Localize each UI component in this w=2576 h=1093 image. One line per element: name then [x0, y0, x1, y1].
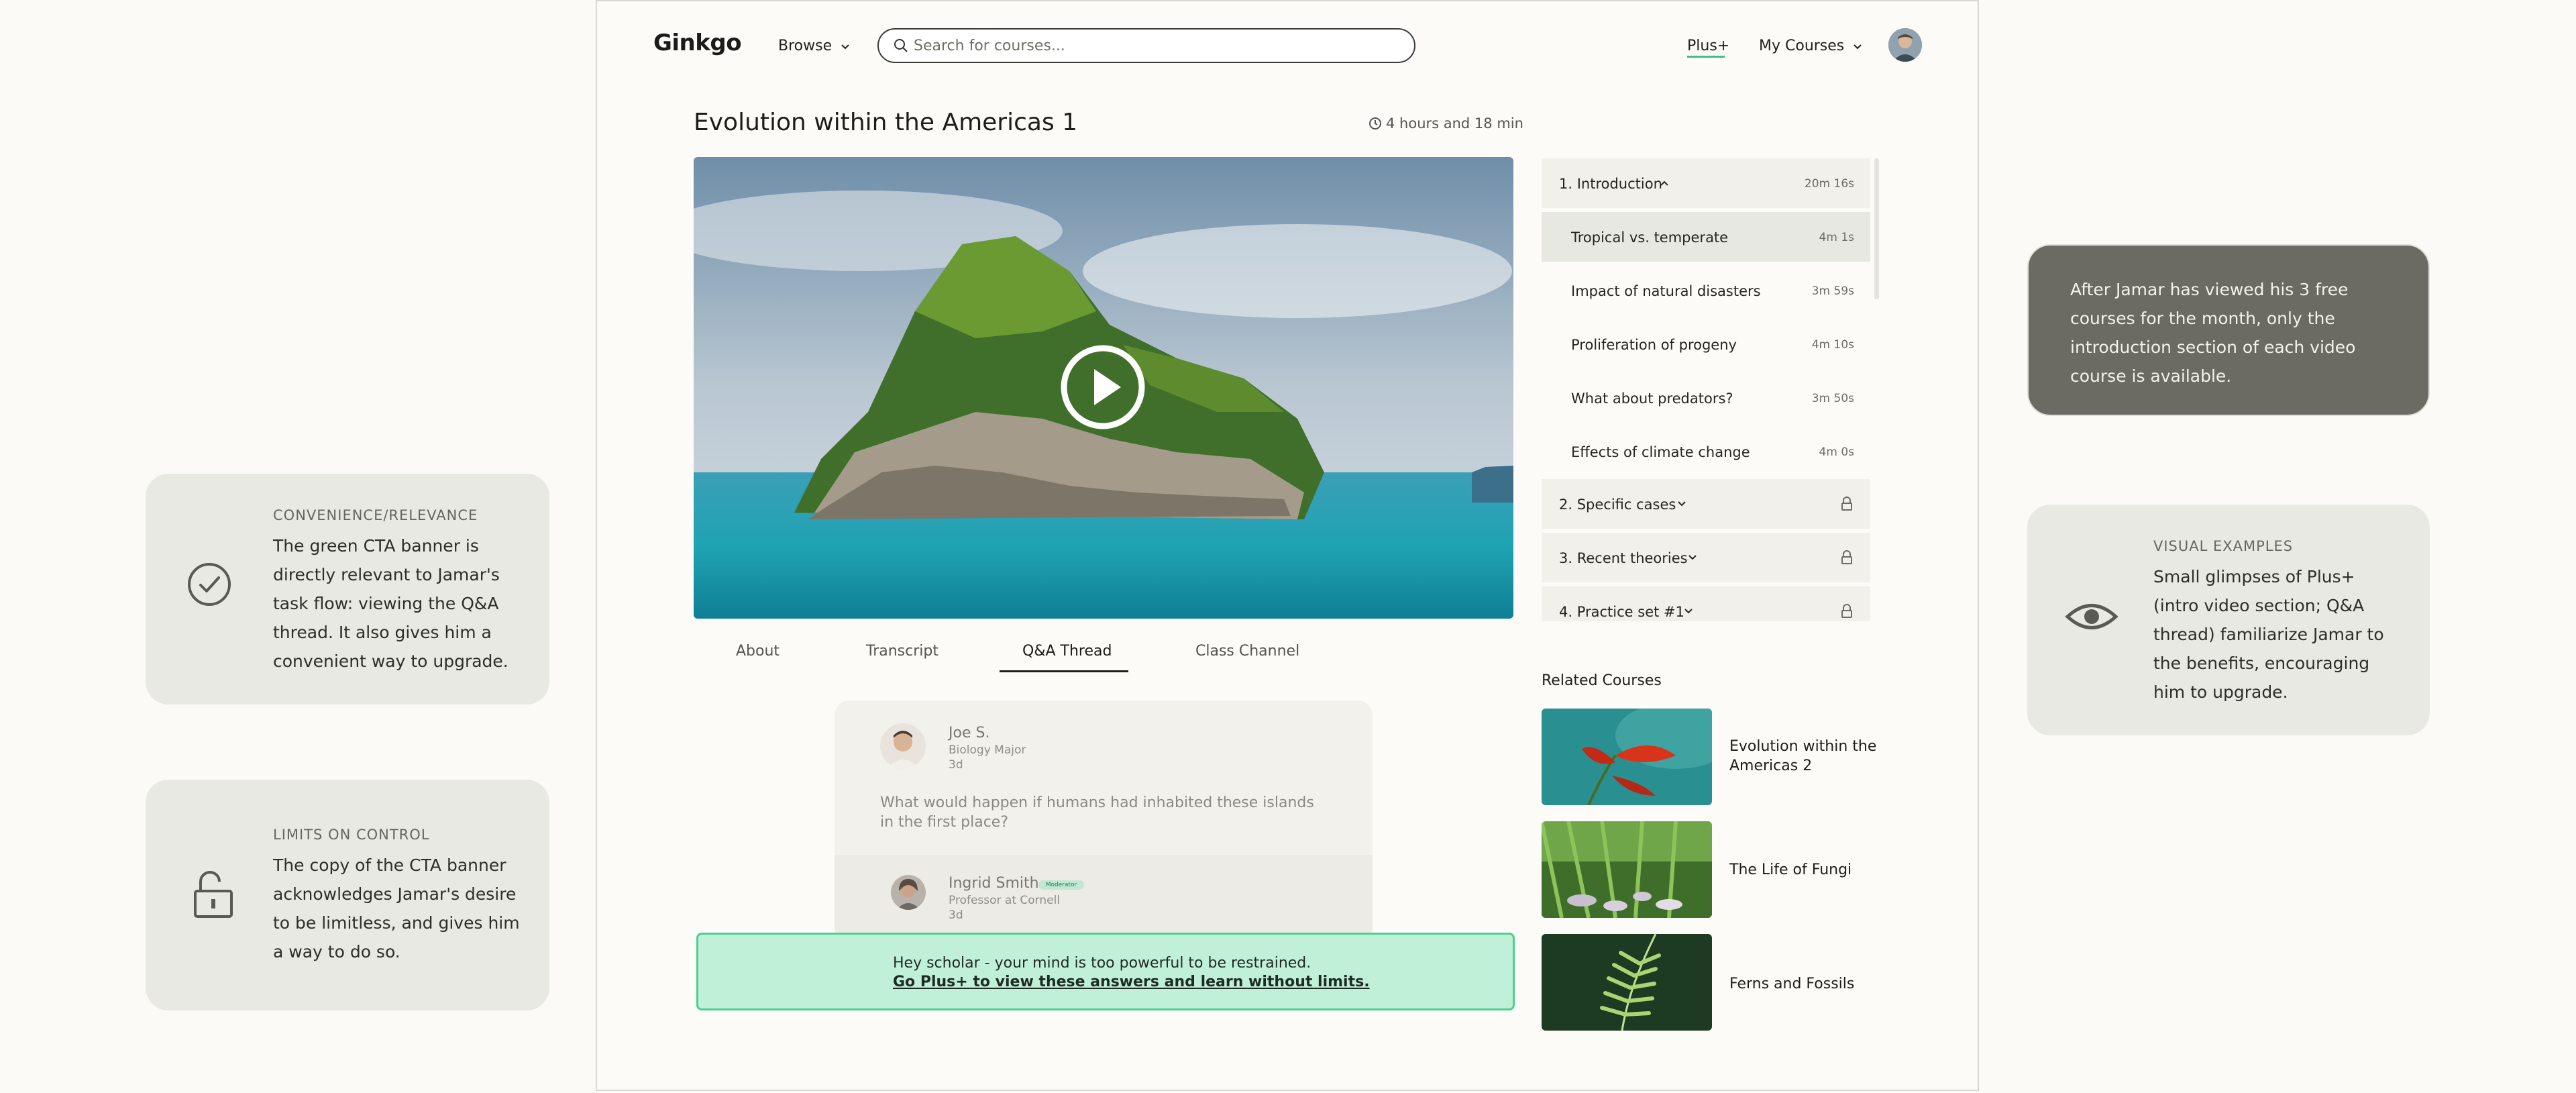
chevron-down-icon — [1678, 501, 1686, 507]
reply-age: 3d — [949, 908, 963, 922]
avatar — [880, 723, 926, 769]
user-avatar[interactable] — [1888, 28, 1922, 62]
section-label: 4. Practice set #1 — [1559, 604, 1684, 620]
course-duration: 4 hours and 18 min — [1368, 115, 1523, 132]
lesson-time: 4m 10s — [1811, 338, 1854, 352]
question-author-role: Biology Major — [949, 743, 1026, 757]
related-course-thumbnail[interactable] — [1542, 934, 1712, 1031]
clock-icon — [1369, 117, 1381, 129]
related-course-title[interactable]: Evolution within the Americas 2 — [1729, 737, 1884, 776]
related-course-thumbnail[interactable] — [1542, 709, 1712, 805]
course-outline: 1. Introduction 20m 16s Tropical vs. tem… — [1542, 158, 1870, 621]
section-specific-cases[interactable]: 2. Specific cases — [1542, 479, 1870, 529]
related-courses-heading: Related Courses — [1542, 672, 1662, 689]
section-label: 2. Specific cases — [1559, 497, 1676, 513]
section-label: 3. Recent theories — [1559, 550, 1688, 566]
logo[interactable]: Ginkgo — [653, 30, 742, 56]
lesson-item[interactable]: Proliferation of progeny 4m 10s — [1542, 319, 1870, 369]
reply-author-role: Professor at Cornell — [949, 894, 1061, 907]
section-time: 20m 16s — [1804, 177, 1854, 191]
lesson-label: Effects of climate change — [1571, 444, 1750, 460]
user-photo — [1888, 28, 1922, 62]
tab-class-channel[interactable]: Class Channel — [1195, 643, 1299, 660]
note-free-courses: After Jamar has viewed his 3 free course… — [2027, 244, 2430, 416]
tab-about[interactable]: About — [736, 643, 780, 660]
lesson-item[interactable]: Impact of natural disasters 3m 59s — [1542, 266, 1870, 315]
my-courses-menu[interactable]: My Courses — [1759, 38, 1862, 54]
lesson-label: What about predators? — [1571, 391, 1733, 407]
question-age: 3d — [949, 758, 963, 772]
active-tab-underline — [1000, 670, 1128, 672]
duration-text: 4 hours and 18 min — [1386, 115, 1523, 132]
play-icon[interactable] — [1059, 344, 1146, 431]
eye-icon — [2065, 604, 2118, 629]
chevron-down-icon — [1854, 44, 1862, 50]
lesson-time: 4m 1s — [1819, 231, 1854, 244]
cta-upgrade-link[interactable]: Go Plus+ to view these answers and learn… — [893, 974, 1370, 990]
note-limits: LIMITS ON CONTROL The copy of the CTA ba… — [146, 780, 549, 1010]
chevron-down-icon — [1688, 555, 1697, 560]
check-circle-icon — [188, 563, 231, 606]
lesson-item[interactable]: What about predators? 3m 50s — [1542, 373, 1870, 423]
section-label: 1. Introduction — [1559, 176, 1662, 192]
tab-transcript[interactable]: Transcript — [866, 643, 938, 660]
note-text: The green CTA banner is directly relevan… — [273, 536, 508, 671]
lesson-time: 3m 50s — [1811, 392, 1854, 405]
note-convenience: CONVENIENCE/RELEVANCE The green CTA bann… — [146, 474, 549, 705]
plus-link[interactable]: Plus+ — [1687, 38, 1729, 54]
note-tag: LIMITS ON CONTROL — [273, 827, 430, 843]
search-icon — [894, 39, 908, 52]
lesson-label: Tropical vs. temperate — [1571, 229, 1729, 246]
lock-icon — [1841, 604, 1852, 618]
plus-underline — [1687, 56, 1725, 58]
note-text: The copy of the CTA banner acknowledges … — [273, 855, 520, 961]
browse-menu[interactable]: Browse — [778, 38, 850, 54]
lock-icon — [1841, 550, 1852, 564]
search-input[interactable]: Search for courses... — [914, 38, 1065, 54]
moderator-badge: Moderator — [1038, 880, 1084, 890]
question-text: What would happen if humans had inhabite… — [880, 794, 1314, 831]
plus-cta-banner[interactable]: Hey scholar - your mind is too powerful … — [696, 933, 1515, 1010]
lesson-time: 3m 59s — [1811, 284, 1854, 298]
my-courses-label: My Courses — [1759, 38, 1845, 54]
qa-thread-card: Joe S. Biology Major 3d What would happe… — [835, 700, 1373, 942]
note-tag: CONVENIENCE/RELEVANCE — [273, 507, 478, 523]
related-course-title[interactable]: The Life of Fungi — [1729, 860, 1884, 880]
section-recent-theories[interactable]: 3. Recent theories — [1542, 533, 1870, 582]
lesson-item[interactable]: Effects of climate change 4m 0s — [1542, 427, 1870, 476]
browse-label: Browse — [778, 38, 833, 54]
note-text: Small glimpses of Plus+ (intro video sec… — [2153, 567, 2384, 702]
note-visual-examples: VISUAL EXAMPLES Small glimpses of Plus+ … — [2027, 505, 2430, 735]
chevron-down-icon — [841, 44, 849, 50]
avatar — [891, 875, 926, 910]
qa-reply: Ingrid Smith Professor at Cornell 3d — [835, 855, 1373, 942]
search-bar[interactable]: Search for courses... — [877, 28, 1415, 63]
question-author: Joe S. — [949, 725, 990, 741]
related-course-title[interactable]: Ferns and Fossils — [1729, 974, 1884, 994]
related-course-thumbnail[interactable] — [1542, 821, 1712, 918]
lock-icon — [1841, 497, 1852, 511]
section-practice-set[interactable]: 4. Practice set #1 — [1542, 586, 1870, 621]
lesson-item[interactable]: Tropical vs. temperate 4m 1s — [1542, 212, 1870, 262]
chevron-down-icon — [1684, 609, 1693, 614]
reply-author: Ingrid Smith — [949, 875, 1039, 892]
course-title: Evolution within the Americas 1 — [694, 109, 1078, 136]
cta-line-1: Hey scholar - your mind is too powerful … — [893, 955, 1311, 972]
note-tag: VISUAL EXAMPLES — [2153, 538, 2294, 554]
tab-qa-thread[interactable]: Q&A Thread — [1022, 643, 1112, 660]
chevron-up-icon — [1660, 180, 1668, 186]
lesson-label: Proliferation of progeny — [1571, 337, 1737, 353]
unlock-icon — [194, 871, 233, 918]
section-introduction[interactable]: 1. Introduction 20m 16s — [1542, 158, 1870, 208]
lesson-time: 4m 0s — [1819, 446, 1854, 459]
outline-scrollbar[interactable] — [1874, 158, 1879, 299]
lesson-label: Impact of natural disasters — [1571, 283, 1761, 299]
